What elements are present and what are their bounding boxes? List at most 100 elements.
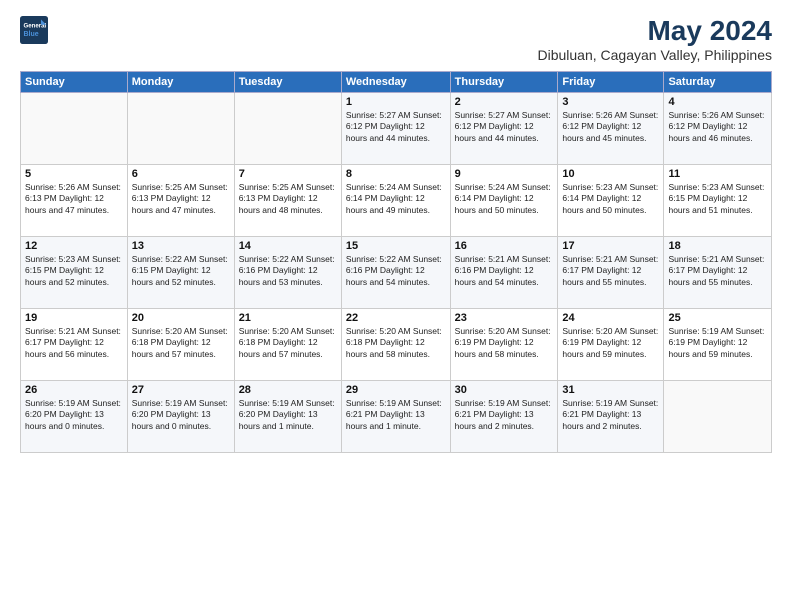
weekday-header-tuesday: Tuesday [234,71,341,92]
day-number: 23 [455,312,554,324]
day-detail: Sunrise: 5:27 AM Sunset: 6:12 PM Dayligh… [455,110,554,144]
day-cell: 14Sunrise: 5:22 AM Sunset: 6:16 PM Dayli… [234,236,341,308]
week-row-4: 19 Sunrise: 5:21 AM Sunset: 6:17 PM Dayli… [21,308,772,380]
day-number: 27 [132,384,230,396]
weekday-header-monday: Monday [127,71,234,92]
day-detail: Sunrise: 5:20 AM Sunset: 6:18 PM Dayligh… [132,326,230,360]
day-cell: 29 Sunrise: 5:19 AM Sunset: 6:21 PM Dayli… [341,380,450,452]
day-detail: Sunrise: 5:25 AM Sunset: 6:13 PM Dayligh… [239,182,337,216]
day-detail: Sunrise: 5:20 AM Sunset: 6:19 PM Dayligh… [562,326,659,360]
day-detail: Sunrise: 5:25 AM Sunset: 6:13 PM Dayligh… [132,182,230,216]
logo-icon: General Blue [20,16,48,44]
day-number: 15 [346,240,446,252]
day-number: 24 [562,312,659,324]
day-cell [234,92,341,164]
day-number: 21 [239,312,337,324]
day-detail: Sunrise: 5:24 AM Sunset: 6:14 PM Dayligh… [346,182,446,216]
day-detail: Sunrise: 5:22 AM Sunset: 6:15 PM Dayligh… [132,254,230,288]
weekday-header-sunday: Sunday [21,71,128,92]
day-detail: Sunrise: 5:22 AM Sunset: 6:16 PM Dayligh… [239,254,337,288]
day-cell: 10Sunrise: 5:23 AM Sunset: 6:14 PM Dayli… [558,164,664,236]
day-cell: 27 Sunrise: 5:19 AM Sunset: 6:20 PM Dayli… [127,380,234,452]
day-detail: Sunrise: 5:22 AM Sunset: 6:16 PM Dayligh… [346,254,446,288]
day-detail: Sunrise: 5:23 AM Sunset: 6:15 PM Dayligh… [668,182,767,216]
week-row-1: 1 Sunrise: 5:27 AM Sunset: 6:12 PM Daylig… [21,92,772,164]
day-number: 3 [562,96,659,108]
day-number: 16 [455,240,554,252]
day-detail: Sunrise: 5:21 AM Sunset: 6:17 PM Dayligh… [562,254,659,288]
day-detail: Sunrise: 5:19 AM Sunset: 6:21 PM Dayligh… [455,398,554,432]
day-number: 30 [455,384,554,396]
svg-text:Blue: Blue [24,31,39,38]
day-cell: 3Sunrise: 5:26 AM Sunset: 6:12 PM Daylig… [558,92,664,164]
header: General Blue May 2024 Dibuluan, Cagayan … [20,16,772,63]
day-detail: Sunrise: 5:26 AM Sunset: 6:13 PM Dayligh… [25,182,123,216]
weekday-header-row: SundayMondayTuesdayWednesdayThursdayFrid… [21,71,772,92]
page: General Blue May 2024 Dibuluan, Cagayan … [0,0,792,612]
day-cell: 18 Sunrise: 5:21 AM Sunset: 6:17 PM Dayli… [664,236,772,308]
day-detail: Sunrise: 5:27 AM Sunset: 6:12 PM Dayligh… [346,110,446,144]
day-number: 19 [25,312,123,324]
day-detail: Sunrise: 5:24 AM Sunset: 6:14 PM Dayligh… [455,182,554,216]
day-cell: 2 Sunrise: 5:27 AM Sunset: 6:12 PM Daylig… [450,92,558,164]
day-detail: Sunrise: 5:20 AM Sunset: 6:18 PM Dayligh… [346,326,446,360]
day-detail: Sunrise: 5:19 AM Sunset: 6:21 PM Dayligh… [346,398,446,432]
day-detail: Sunrise: 5:19 AM Sunset: 6:20 PM Dayligh… [132,398,230,432]
day-cell: 16 Sunrise: 5:21 AM Sunset: 6:16 PM Dayli… [450,236,558,308]
day-number: 26 [25,384,123,396]
day-number: 1 [346,96,446,108]
day-detail: Sunrise: 5:23 AM Sunset: 6:15 PM Dayligh… [25,254,123,288]
day-cell: 11 Sunrise: 5:23 AM Sunset: 6:15 PM Dayli… [664,164,772,236]
day-number: 20 [132,312,230,324]
day-number: 18 [668,240,767,252]
day-number: 2 [455,96,554,108]
day-cell: 1 Sunrise: 5:27 AM Sunset: 6:12 PM Daylig… [341,92,450,164]
day-number: 4 [668,96,767,108]
day-cell: 9 Sunrise: 5:24 AM Sunset: 6:14 PM Daylig… [450,164,558,236]
day-cell: 8Sunrise: 5:24 AM Sunset: 6:14 PM Daylig… [341,164,450,236]
title-block: May 2024 Dibuluan, Cagayan Valley, Phili… [537,16,772,63]
day-cell: 15 Sunrise: 5:22 AM Sunset: 6:16 PM Dayli… [341,236,450,308]
day-detail: Sunrise: 5:21 AM Sunset: 6:17 PM Dayligh… [668,254,767,288]
calendar: SundayMondayTuesdayWednesdayThursdayFrid… [20,71,772,453]
day-detail: Sunrise: 5:19 AM Sunset: 6:21 PM Dayligh… [562,398,659,432]
day-detail: Sunrise: 5:20 AM Sunset: 6:18 PM Dayligh… [239,326,337,360]
day-cell: 23 Sunrise: 5:20 AM Sunset: 6:19 PM Dayli… [450,308,558,380]
day-number: 17 [562,240,659,252]
weekday-header-thursday: Thursday [450,71,558,92]
logo: General Blue [20,16,48,44]
day-number: 13 [132,240,230,252]
day-cell: 4 Sunrise: 5:26 AM Sunset: 6:12 PM Daylig… [664,92,772,164]
day-cell [21,92,128,164]
day-detail: Sunrise: 5:20 AM Sunset: 6:19 PM Dayligh… [455,326,554,360]
day-cell: 13 Sunrise: 5:22 AM Sunset: 6:15 PM Dayli… [127,236,234,308]
day-number: 7 [239,168,337,180]
day-number: 25 [668,312,767,324]
day-number: 28 [239,384,337,396]
day-cell: 26 Sunrise: 5:19 AM Sunset: 6:20 PM Dayli… [21,380,128,452]
week-row-5: 26 Sunrise: 5:19 AM Sunset: 6:20 PM Dayli… [21,380,772,452]
day-cell: 17 Sunrise: 5:21 AM Sunset: 6:17 PM Dayli… [558,236,664,308]
week-row-2: 5 Sunrise: 5:26 AM Sunset: 6:13 PM Daylig… [21,164,772,236]
day-number: 5 [25,168,123,180]
day-cell: 20 Sunrise: 5:20 AM Sunset: 6:18 PM Dayli… [127,308,234,380]
main-title: May 2024 [537,16,772,47]
day-number: 12 [25,240,123,252]
day-cell: 19 Sunrise: 5:21 AM Sunset: 6:17 PM Dayli… [21,308,128,380]
day-number: 9 [455,168,554,180]
day-detail: Sunrise: 5:26 AM Sunset: 6:12 PM Dayligh… [668,110,767,144]
day-detail: Sunrise: 5:19 AM Sunset: 6:19 PM Dayligh… [668,326,767,360]
day-cell: 5 Sunrise: 5:26 AM Sunset: 6:13 PM Daylig… [21,164,128,236]
day-cell: 22Sunrise: 5:20 AM Sunset: 6:18 PM Dayli… [341,308,450,380]
day-number: 31 [562,384,659,396]
day-detail: Sunrise: 5:21 AM Sunset: 6:17 PM Dayligh… [25,326,123,360]
day-detail: Sunrise: 5:21 AM Sunset: 6:16 PM Dayligh… [455,254,554,288]
day-number: 10 [562,168,659,180]
day-detail: Sunrise: 5:19 AM Sunset: 6:20 PM Dayligh… [25,398,123,432]
day-cell: 30 Sunrise: 5:19 AM Sunset: 6:21 PM Dayli… [450,380,558,452]
day-cell: 12 Sunrise: 5:23 AM Sunset: 6:15 PM Dayli… [21,236,128,308]
day-number: 11 [668,168,767,180]
week-row-3: 12 Sunrise: 5:23 AM Sunset: 6:15 PM Dayli… [21,236,772,308]
day-cell: 24 Sunrise: 5:20 AM Sunset: 6:19 PM Dayli… [558,308,664,380]
day-number: 29 [346,384,446,396]
